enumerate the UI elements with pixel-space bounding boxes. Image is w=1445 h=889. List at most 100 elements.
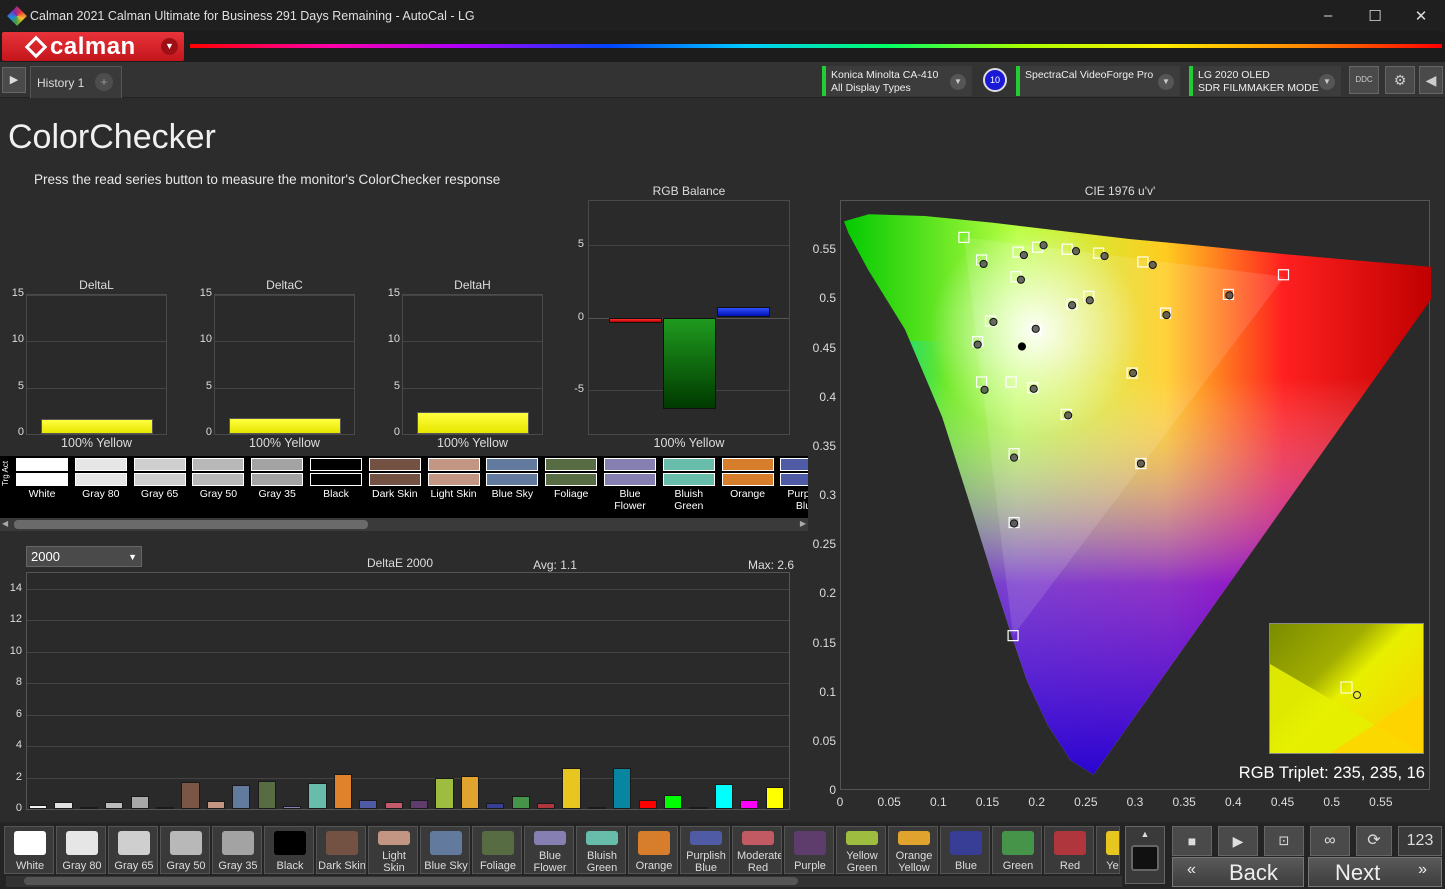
- patch-label: Yellow: [1106, 860, 1120, 872]
- y-tick-label: 10: [11, 333, 24, 346]
- app-window: Calman 2021 Calman Ultimate for Business…: [0, 0, 1445, 889]
- collapse-panel-button[interactable]: ◀: [1419, 66, 1443, 94]
- patch-button[interactable]: Gray 80: [56, 826, 106, 874]
- delta-chart-title: DeltaH: [454, 278, 491, 292]
- close-button[interactable]: ✕: [1398, 0, 1444, 31]
- patch-button[interactable]: Dark Skin: [316, 826, 366, 874]
- patch-button[interactable]: Orange: [628, 826, 678, 874]
- display-mode: SDR FILMMAKER MODE: [1198, 82, 1319, 94]
- deltae-bar: [435, 777, 454, 809]
- patch-button[interactable]: Orange Yellow: [888, 826, 938, 874]
- swatch-column[interactable]: Blue Flower: [604, 456, 656, 512]
- deltae-max: Max: 2.6: [747, 558, 794, 572]
- deltae-bar: [486, 802, 505, 809]
- patch-label: Gray 65: [114, 860, 154, 872]
- deltae-formula-value: 2000: [31, 549, 60, 564]
- deltae-formula-select[interactable]: 2000 ▼: [26, 546, 142, 567]
- x-tick-label: 0.3: [1126, 795, 1144, 809]
- swatch-column[interactable]: Gray 80: [74, 456, 127, 500]
- minimize-button[interactable]: –: [1305, 0, 1351, 31]
- x-tick-label: 0.35: [1172, 795, 1196, 809]
- patch-button[interactable]: Light Skin: [368, 826, 418, 874]
- stop-button[interactable]: ■: [1172, 826, 1212, 856]
- add-tab-button[interactable]: +: [95, 73, 113, 91]
- display-selector[interactable]: LG 2020 OLED SDR FILMMAKER MODE ▼: [1189, 66, 1341, 96]
- patch-button[interactable]: Black: [264, 826, 314, 874]
- patch-button[interactable]: Red: [1044, 826, 1094, 874]
- refresh-icon[interactable]: ⟳: [1356, 826, 1392, 856]
- swatch-column[interactable]: Purplish Blue: [780, 456, 808, 512]
- y-tick-label: 4: [15, 739, 22, 752]
- y-tick-label: 0.1: [819, 684, 836, 699]
- patch-button[interactable]: Gray 50: [160, 826, 210, 874]
- patch-color: [742, 831, 774, 845]
- meter-selector[interactable]: Konica Minolta CA-410 All Display Types …: [822, 66, 972, 96]
- y-tick-label: 0: [393, 426, 400, 438]
- patch-button[interactable]: Yellow: [1096, 826, 1120, 874]
- patch-color: [222, 831, 254, 855]
- swatch-column[interactable]: Blue Sky: [486, 456, 539, 500]
- grid-line: [27, 341, 166, 343]
- swatch-column[interactable]: Black: [310, 456, 362, 500]
- patch-scrollbar[interactable]: [6, 876, 1122, 887]
- tab-history-1[interactable]: History 1 +: [30, 66, 122, 98]
- swatch-column[interactable]: Gray 65: [133, 456, 186, 500]
- swatch-column[interactable]: Orange: [721, 456, 774, 500]
- scroll-left-icon[interactable]: ◀: [2, 519, 8, 528]
- patch-button[interactable]: Purplish Blue: [680, 826, 730, 874]
- patch-button[interactable]: White: [4, 826, 54, 874]
- meter-sync-badge[interactable]: 10: [983, 68, 1007, 92]
- swatch-column[interactable]: Gray 50: [192, 456, 245, 500]
- patch-button[interactable]: Bluish Green: [576, 826, 626, 874]
- patch-counter[interactable]: 123: [1398, 826, 1442, 856]
- gear-icon[interactable]: ⚙: [1385, 66, 1415, 94]
- y-tick-label: 0: [15, 802, 22, 814]
- read-series-button[interactable]: ▲: [1125, 826, 1165, 884]
- patch-button[interactable]: Moderate Red: [732, 826, 782, 874]
- patch-button[interactable]: Foliage: [472, 826, 522, 874]
- y-tick-label: 14: [9, 581, 22, 594]
- swatch-column[interactable]: Light Skin: [427, 456, 480, 500]
- patch-scroll-thumb[interactable]: [24, 877, 798, 885]
- tab-bar: ▶ History 1 + Konica Minolta CA-410 All …: [0, 62, 1445, 98]
- patch-button[interactable]: Yellow Green: [836, 826, 886, 874]
- scroll-thumb[interactable]: [14, 520, 368, 529]
- title-bar: Calman 2021 Calman Ultimate for Business…: [0, 0, 1445, 31]
- patch-label: Blue: [954, 860, 978, 872]
- back-button[interactable]: « Back: [1172, 857, 1304, 887]
- deltae-bar: [232, 785, 251, 809]
- scroll-right-icon[interactable]: ▶: [800, 519, 806, 528]
- swatch-column[interactable]: Dark Skin: [368, 456, 421, 500]
- patch-color: [794, 831, 826, 855]
- white-point: [1018, 342, 1026, 351]
- swatch-strip[interactable]: Trg Act White Gray 80 Gray 65 Gray 50 Gray 3…: [0, 456, 808, 518]
- next-button[interactable]: Next »: [1308, 857, 1442, 887]
- patch-color: [66, 831, 98, 855]
- swatch-column[interactable]: Gray 35: [251, 456, 304, 500]
- swatch-scrollbar[interactable]: ◀ ▶: [0, 518, 808, 531]
- patch-button[interactable]: Gray 65: [108, 826, 158, 874]
- patch-label: Foliage: [479, 860, 517, 872]
- calman-menu-button[interactable]: calman ▼: [2, 32, 184, 61]
- patch-button[interactable]: Blue Sky: [420, 826, 470, 874]
- generator-selector[interactable]: SpectraCal VideoForge Pro ▼: [1016, 66, 1180, 96]
- measured-point: [1016, 275, 1026, 284]
- frame-button[interactable]: ⊡: [1264, 826, 1304, 856]
- maximize-button[interactable]: ☐: [1352, 0, 1398, 31]
- play-button[interactable]: ▶: [1218, 826, 1258, 856]
- swatch-column[interactable]: White: [16, 456, 68, 500]
- ddc-icon[interactable]: DDC: [1349, 66, 1379, 94]
- patch-button[interactable]: Gray 35: [212, 826, 262, 874]
- swatch-column[interactable]: Foliage: [545, 456, 598, 500]
- patch-button[interactable]: Purple: [784, 826, 834, 874]
- patch-button[interactable]: Blue Flower: [524, 826, 574, 874]
- loop-button[interactable]: ∞: [1310, 826, 1350, 856]
- swatch-column[interactable]: Bluish Green: [662, 456, 715, 512]
- actual-swatch: [74, 473, 127, 486]
- deltae-bar: [283, 805, 302, 809]
- patch-button[interactable]: Green: [992, 826, 1042, 874]
- patch-button[interactable]: Blue: [940, 826, 990, 874]
- expand-panel-button[interactable]: ▶: [2, 67, 26, 93]
- swatch-name: Light Skin: [430, 488, 477, 500]
- patch-label: Gray 80: [62, 860, 102, 872]
